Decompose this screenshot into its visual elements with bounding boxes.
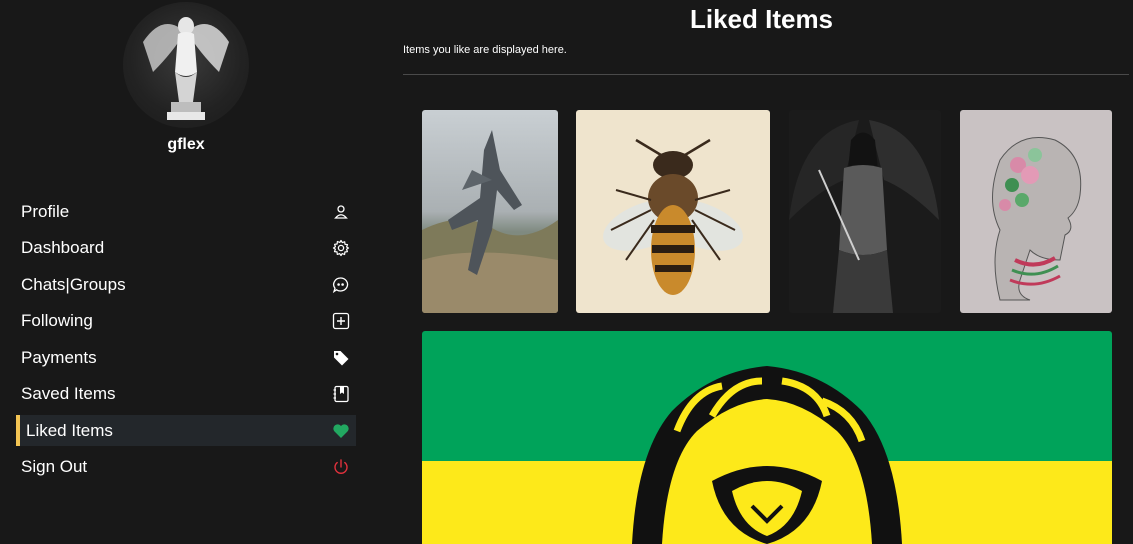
sidebar-item-label: Following: [21, 311, 93, 330]
tag-icon: [332, 349, 350, 367]
statue-image: [143, 17, 229, 120]
bookmark-book-icon: [332, 385, 350, 403]
sidebar-item-label: Dashboard: [21, 238, 105, 257]
divider: [403, 74, 1129, 75]
plus-square-icon: [332, 312, 350, 330]
dark-angel-image: [789, 110, 941, 313]
floral-profile-image: [960, 110, 1112, 313]
sidebar-item-label: Payments: [21, 347, 97, 367]
bee-image: [576, 110, 770, 313]
user-icon: [332, 203, 350, 221]
page-title: Liked Items: [689, 4, 834, 34]
power-icon: [332, 458, 350, 476]
sidebar-nav: Profile Dashboard Chats|Groups Following…: [16, 196, 356, 488]
gear-icon: [332, 239, 350, 257]
page-subtitle: Items you like are displayed here.: [403, 44, 567, 56]
sidebar-item-liked-items[interactable]: Liked Items: [16, 415, 356, 446]
liked-item-card[interactable]: [576, 110, 770, 313]
sidebar: gflex Profile Dashboard Chats|Groups Fol…: [0, 0, 372, 544]
username: gflex: [167, 136, 205, 153]
sidebar-item-following[interactable]: Following: [16, 306, 356, 337]
sidebar-item-label: Liked Items: [26, 420, 113, 440]
sidebar-item-label: Chats|Groups: [21, 274, 126, 294]
sidebar-item-chats-groups[interactable]: Chats|Groups: [16, 269, 356, 300]
liked-item-card[interactable]: [789, 110, 941, 313]
chat-icon: [332, 276, 350, 294]
heart-icon: [332, 422, 350, 440]
sidebar-item-label: Profile: [21, 201, 70, 221]
sidebar-item-dashboard[interactable]: Dashboard: [16, 233, 356, 264]
sidebar-item-saved-items[interactable]: Saved Items: [16, 379, 356, 410]
jet-image: [422, 110, 558, 313]
sidebar-item-label: Sign Out: [21, 457, 88, 476]
liked-item-card[interactable]: [422, 331, 1112, 544]
liked-item-card[interactable]: [422, 110, 558, 313]
sidebar-item-label: Saved Items: [21, 384, 116, 403]
liked-item-card[interactable]: [960, 110, 1112, 313]
avatar[interactable]: [123, 2, 249, 128]
sidebar-item-payments[interactable]: Payments: [16, 342, 356, 373]
lion-flag-image: [422, 331, 1112, 544]
sidebar-item-profile[interactable]: Profile: [16, 196, 356, 227]
sidebar-item-sign-out[interactable]: Sign Out: [16, 452, 356, 483]
main-content: Liked Items Items you like are displayed…: [390, 0, 1133, 544]
